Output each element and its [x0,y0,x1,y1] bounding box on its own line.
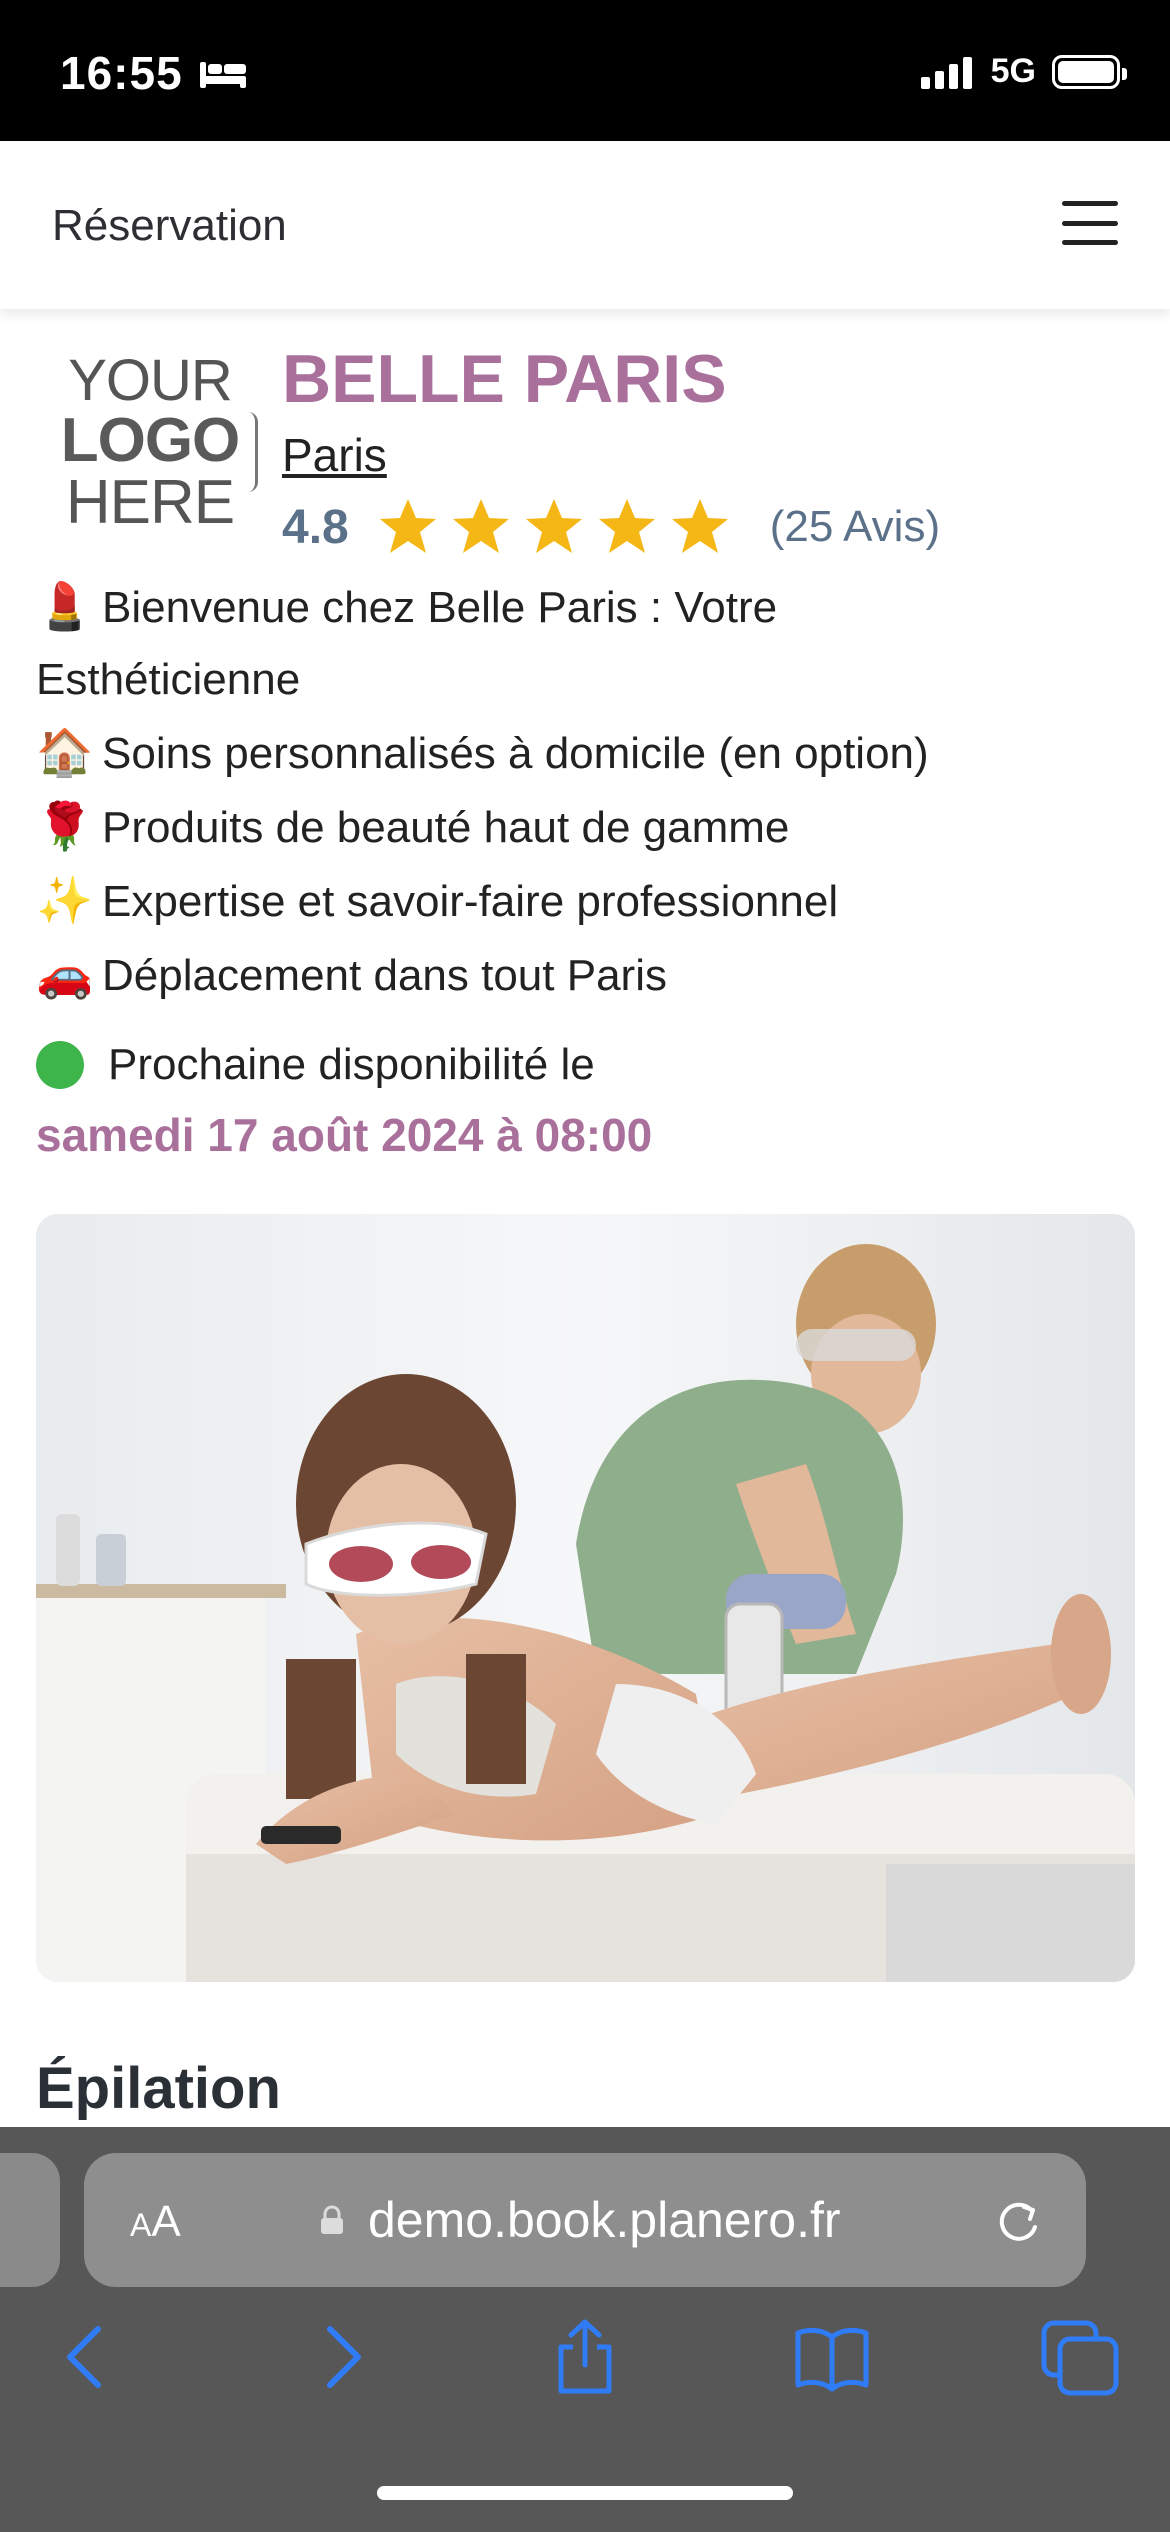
share-icon[interactable] [545,2317,625,2397]
business-city-link[interactable]: Paris [282,428,387,482]
status-bar: 16:55 5G [0,0,1170,141]
signal-icon [920,55,977,89]
description-text: Produits de beauté haut de gamme [102,803,790,852]
network-type: 5G [990,52,1036,90]
next-availability: Prochaine disponibilité le samedi 17 aoû… [36,1040,652,1162]
forward-icon[interactable] [300,2317,380,2397]
status-time: 16:55 [60,47,183,99]
emoji-icon: 💄 [36,580,94,632]
salon-photo [36,1214,1135,1982]
reload-icon[interactable] [994,2197,1044,2247]
description-line: 🌹 Produits de beauté haut de gamme [36,790,1136,864]
browser-toolbar [0,2317,1170,2427]
sleep-focus-icon [200,62,246,88]
availability-label: Prochaine disponibilité le [108,1040,595,1089]
description-line: ✨ Expertise et savoir-faire professionnel [36,864,1136,938]
emoji-icon: 🏠 [36,726,94,778]
review-count[interactable]: (25 Avis) [770,502,940,552]
star-icon [379,499,436,553]
description-line: 💄 Bienvenue chez Belle Paris : Votre [36,570,1136,644]
status-indicators: 5G [920,52,1127,91]
section-title: Épilation [36,2056,281,2121]
emoji-icon: ✨ [36,874,94,926]
description-line: Esthéticienne [36,644,1136,716]
lock-icon [321,2205,343,2234]
description-text: Soins personnalisés à domicile (en optio… [102,729,929,778]
browser-bottom-bar: AA demo.book.planero.fr [0,2127,1170,2532]
emoji-icon: 🚗 [36,948,94,1000]
star-icon [525,499,582,553]
description-text: Déplacement dans tout Paris [102,951,667,1000]
rating-value: 4.8 [282,500,349,554]
app-header: Réservation [0,141,1170,309]
star-icon [598,499,655,553]
rating-row[interactable]: 4.8 (25 Avis) [282,496,940,558]
hamburger-menu-icon[interactable] [1062,201,1118,245]
bookmarks-icon[interactable] [792,2317,872,2397]
previous-tab-preview[interactable] [0,2153,60,2287]
description-text: Expertise et savoir-faire professionnel [102,877,839,926]
url-text[interactable]: demo.book.planero.fr [368,2191,841,2249]
star-icon [671,499,728,553]
battery-icon [1052,54,1127,89]
description-line: 🚗 Déplacement dans tout Paris [36,938,1136,1012]
business-name: BELLE PARIS [282,341,727,417]
address-bar[interactable]: AA demo.book.planero.fr [84,2153,1086,2287]
availability-date[interactable]: samedi 17 août 2024 à 08:00 [36,1108,652,1162]
emoji-icon: 🌹 [36,800,94,852]
logo-line-2: LOGO [60,406,241,475]
availability-status-dot [36,1041,84,1089]
tabs-icon[interactable] [1040,2317,1120,2397]
description-text: Esthéticienne [36,655,301,704]
logo-line-3: HERE [65,468,235,537]
logo-line-1: YOUR [68,348,233,413]
back-icon[interactable] [48,2317,128,2397]
business-description: 💄 Bienvenue chez Belle Paris : Votre Esthé… [36,570,1136,1012]
business-logo: YOUR LOGO HERE [40,352,260,542]
star-rating [377,496,742,558]
page-title: Réservation [52,201,287,250]
description-line: 🏠 Soins personnalisés à domicile (en opti… [36,716,1136,790]
description-text: Bienvenue chez Belle Paris : Votre [102,583,778,632]
star-icon [452,499,509,553]
home-indicator[interactable] [377,2486,793,2500]
text-size-button[interactable]: AA [130,2197,181,2247]
